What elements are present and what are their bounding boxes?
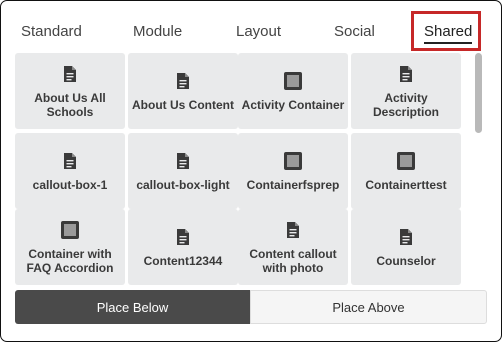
container-icon (60, 219, 80, 241)
shared-tile[interactable]: Activity Container (238, 53, 348, 129)
tile-label: About Us All Schools (34, 91, 106, 119)
document-icon (286, 219, 300, 241)
shared-tile[interactable]: Containerfsprep (238, 133, 348, 209)
shared-tile[interactable]: callout-box-1 (15, 133, 125, 209)
tile-label: Counselor (376, 254, 436, 268)
active-tab-underline (424, 42, 473, 44)
tile-label: callout-box-light (136, 178, 230, 192)
shared-tiles-grid: About Us All Schools About Us Content Acti… (15, 51, 475, 287)
tab-standard[interactable]: Standard (21, 23, 82, 40)
document-icon (63, 150, 77, 172)
tab-module[interactable]: Module (133, 23, 182, 40)
tab-bar: Standard Module Layout Social Shared (1, 1, 501, 51)
place-above-button[interactable]: Place Above (250, 290, 487, 324)
shared-tile[interactable]: Container with FAQ Accordion (15, 209, 125, 285)
document-icon (176, 150, 190, 172)
container-icon (283, 150, 303, 172)
tab-social[interactable]: Social (334, 23, 375, 40)
tile-label: Containerttest (365, 178, 447, 192)
shared-tile[interactable]: About Us All Schools (15, 53, 125, 129)
shared-elements-panel: Standard Module Layout Social Shared Abo… (0, 0, 502, 342)
container-icon (396, 150, 416, 172)
scrollbar-thumb[interactable] (475, 53, 482, 133)
shared-tile[interactable]: callout-box-light (128, 133, 238, 209)
document-icon (399, 226, 413, 248)
document-icon (399, 63, 413, 85)
tile-label: callout-box-1 (32, 178, 108, 192)
scrollbar[interactable] (475, 51, 483, 287)
tab-shared[interactable]: Shared (424, 23, 473, 44)
tile-label: Activity Description (372, 91, 439, 119)
shared-tile[interactable]: Content12344 (128, 209, 238, 285)
tab-shared-label: Shared (424, 23, 473, 40)
document-icon (176, 226, 190, 248)
place-below-button[interactable]: Place Below (15, 290, 250, 324)
tile-label: Container with FAQ Accordion (26, 247, 114, 275)
tile-label: Content callout with photo (249, 247, 337, 275)
tile-label: Activity Container (241, 98, 345, 112)
shared-tile[interactable]: Activity Description (351, 53, 461, 129)
document-icon (63, 63, 77, 85)
shared-tile[interactable]: Counselor (351, 209, 461, 285)
document-icon (176, 70, 190, 92)
tile-label: Content12344 (143, 254, 223, 268)
tile-label: Containerfsprep (246, 178, 340, 192)
tab-layout[interactable]: Layout (236, 23, 281, 40)
shared-tile[interactable]: Content callout with photo (238, 209, 348, 285)
container-icon (283, 70, 303, 92)
shared-tile[interactable]: About Us Content (128, 53, 238, 129)
shared-tile[interactable]: Containerttest (351, 133, 461, 209)
tile-label: About Us Content (132, 98, 234, 112)
